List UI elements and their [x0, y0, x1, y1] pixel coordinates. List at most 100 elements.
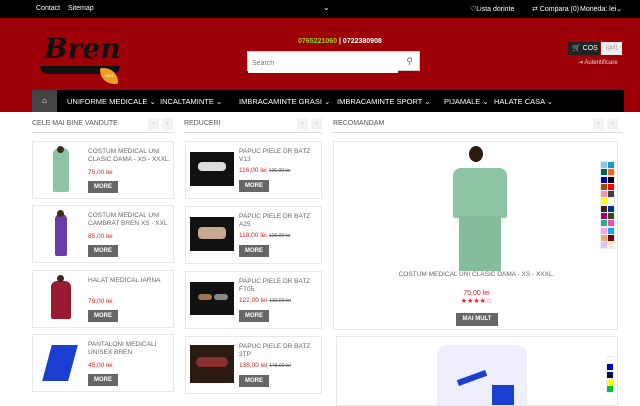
product-image[interactable]	[190, 217, 234, 251]
product-image[interactable]	[437, 345, 527, 405]
product-image[interactable]	[190, 282, 234, 315]
cart-status[interactable]: (gol)	[601, 42, 622, 55]
product-image[interactable]	[37, 339, 85, 387]
login-icon: ⇥	[578, 60, 584, 66]
color-swatch[interactable]	[606, 356, 614, 364]
next-arrow-icon[interactable]: ›	[607, 118, 618, 130]
product-name[interactable]: PAPUC PIELE DR BATZ V13	[239, 148, 323, 164]
color-swatch[interactable]	[607, 241, 616, 250]
product-image[interactable]	[37, 146, 85, 194]
product-price: 75,00 lei	[88, 169, 113, 176]
color-swatch[interactable]	[600, 204, 608, 213]
color-swatch[interactable]	[600, 182, 608, 191]
nav-item-halate-casa[interactable]: HALATE CASA ⌄	[494, 97, 553, 106]
star-icon: ☆	[485, 298, 493, 305]
color-swatch[interactable]	[607, 161, 616, 169]
divider	[333, 132, 623, 133]
next-arrow-icon[interactable]: ›	[162, 118, 173, 130]
product-name[interactable]: HALAT MEDICAL IARNA	[88, 277, 172, 285]
product-name[interactable]: PANTALONI MEDICALI UNISEX BREN	[88, 341, 172, 357]
color-swatch[interactable]	[600, 226, 608, 235]
color-swatch[interactable]	[600, 233, 608, 242]
product-image[interactable]	[449, 146, 511, 271]
more-button[interactable]: MORE	[88, 181, 118, 193]
recommended-product-card	[336, 336, 618, 406]
product-name[interactable]: COSTUM MEDICAL UNI CAMBRAT BREN XS - XXL	[88, 212, 172, 228]
more-button[interactable]: MORE	[88, 374, 118, 386]
product-name[interactable]: PAPUC PIELE DR BATZ A25	[239, 213, 323, 229]
color-swatch[interactable]	[600, 161, 608, 169]
product-name[interactable]: COSTUM MEDICAL UNI CLASIC DAMA - XS - XX…	[88, 148, 172, 164]
nav-item-pijamale[interactable]: PIJAMALE ⌄	[444, 97, 489, 106]
color-swatch[interactable]	[600, 219, 608, 228]
more-button[interactable]: MORE	[239, 310, 269, 322]
search-icon[interactable]: ⚲	[406, 56, 413, 67]
color-swatch[interactable]	[607, 219, 616, 228]
color-swatch[interactable]	[607, 212, 616, 221]
product-name[interactable]: PAPUC PIELE DR BATZ FT05	[239, 278, 323, 294]
wishlist-link[interactable]: ♡Lista dorinte	[470, 5, 514, 13]
prev-arrow-icon[interactable]: ‹	[148, 118, 159, 130]
bestsellers-title: CELE MAI BINE VANDUTE	[32, 120, 118, 127]
more-button[interactable]: MORE	[239, 245, 269, 257]
search-input[interactable]	[248, 54, 398, 73]
recommended-product-card: COSTUM MEDICAL UNI CLASIC DAMA - XS - XX…	[333, 141, 618, 330]
nav-item-incaltaminte[interactable]: INCALTAMINTE ⌄	[160, 97, 222, 106]
divider	[184, 132, 322, 133]
nav-item-uniforme-medicale[interactable]: UNIFORME MEDICALE ⌄	[67, 97, 156, 106]
color-swatch[interactable]	[600, 197, 608, 206]
color-swatch[interactable]	[600, 212, 608, 221]
product-image[interactable]	[37, 275, 85, 323]
more-button[interactable]: MORE	[239, 180, 269, 192]
color-swatch[interactable]	[600, 168, 608, 177]
color-swatch[interactable]	[607, 197, 616, 206]
more-button[interactable]: MORE	[88, 310, 118, 322]
divider	[32, 132, 174, 133]
more-button[interactable]: MORE	[239, 375, 269, 387]
product-image[interactable]	[37, 210, 85, 258]
color-swatch[interactable]	[600, 241, 608, 250]
more-button[interactable]: MAI MULT	[456, 313, 498, 326]
sitemap-link[interactable]: Sitemap	[68, 5, 94, 12]
prev-arrow-icon[interactable]: ‹	[297, 118, 308, 130]
color-swatch[interactable]	[607, 233, 616, 242]
color-swatch[interactable]	[600, 175, 608, 184]
nav-item-imbracaminte-sport[interactable]: IMBRACAMINTE SPORT ⌄	[337, 97, 431, 106]
color-swatch[interactable]	[606, 363, 614, 372]
color-swatch[interactable]	[607, 190, 616, 199]
compare-link[interactable]: ⇄ Compara (0)	[532, 5, 579, 13]
color-swatch[interactable]	[607, 204, 616, 213]
cart-button[interactable]: 🛒 COȘ	[568, 42, 600, 55]
compare-icon: ⇄	[532, 6, 540, 13]
product-image[interactable]	[190, 152, 234, 186]
more-button[interactable]: MORE	[88, 245, 118, 257]
product-card: HALAT MEDICAL IARNA 79,00 lei MORE	[32, 270, 174, 328]
logo[interactable]: Bren MAG	[40, 32, 130, 87]
product-price: 116,00 lei 126,00 lei	[239, 167, 291, 174]
login-link[interactable]: ⇥ Autentificare	[578, 59, 618, 66]
home-icon[interactable]: ⌂	[32, 90, 57, 112]
currency-dropdown[interactable]: Moneda: lei⌄	[580, 5, 622, 13]
color-swatch[interactable]	[606, 377, 614, 386]
color-swatch[interactable]	[607, 182, 616, 191]
main-nav: ⌂ UNIFORME MEDICALE ⌄ INCALTAMINTE ⌄ IMB…	[32, 90, 624, 112]
color-swatch[interactable]	[606, 370, 614, 379]
product-name[interactable]: COSTUM MEDICAL UNI CLASIC DAMA - XS - XX…	[334, 271, 619, 278]
product-image[interactable]	[190, 345, 234, 383]
prev-arrow-icon[interactable]: ‹	[593, 118, 604, 130]
color-swatch[interactable]	[607, 168, 616, 177]
chevron-down-icon[interactable]: ⌄	[323, 3, 330, 12]
product-name[interactable]: PAPUC PIELE DR BATZ 3TP	[239, 343, 323, 359]
product-card: PANTALONI MEDICALI UNISEX BREN 45,00 lei…	[32, 334, 174, 392]
color-swatch[interactable]	[607, 175, 616, 184]
nav-item-imbracaminte-grasi[interactable]: IMBRACAMINTE GRASI ⌄	[239, 97, 330, 106]
next-arrow-icon[interactable]: ›	[311, 118, 322, 130]
color-swatch[interactable]	[607, 226, 616, 235]
contact-link[interactable]: Contact	[36, 5, 60, 12]
color-swatches	[600, 161, 616, 250]
color-swatch[interactable]	[606, 385, 614, 394]
color-swatch[interactable]	[600, 190, 608, 199]
color-swatches	[606, 356, 614, 394]
wishlist-label: Lista dorinte	[476, 6, 515, 13]
product-price: 118,00 lei 128,00 lei	[239, 232, 291, 239]
